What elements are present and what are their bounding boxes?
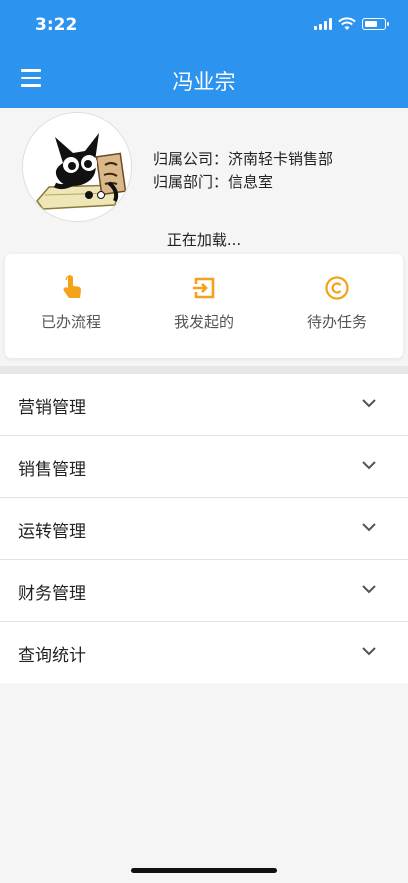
chevron-down-icon: [362, 461, 376, 470]
company-value: 济南轻卡销售部: [228, 150, 334, 168]
quick-action-label: 已办流程: [40, 313, 101, 331]
chevron-down-icon: [362, 647, 376, 656]
quick-action-label: 待办任务: [306, 313, 367, 331]
menu-item-finance[interactable]: 财务管理: [0, 560, 408, 622]
avatar[interactable]: [22, 112, 132, 222]
cellular-signal-icon: [314, 18, 332, 30]
menu-item-query-stats[interactable]: 查询统计: [0, 622, 408, 683]
wifi-icon: [338, 17, 356, 30]
hand-pointer-icon: [63, 274, 81, 298]
profile-info: 归属公司：济南轻卡销售部 归属部门：信息室: [153, 148, 333, 194]
sign-in-box-icon: [193, 277, 215, 299]
menu-item-label: 销售管理: [18, 460, 86, 480]
quick-action-label: 我发起的: [173, 313, 234, 331]
chevron-down-icon: [362, 523, 376, 532]
menu-item-label: 查询统计: [18, 646, 86, 666]
quick-action-done-processes[interactable]: 已办流程: [5, 254, 137, 358]
status-time: 3:22: [35, 15, 78, 35]
department-label: 归属部门：: [153, 173, 229, 191]
chevron-down-icon: [362, 399, 376, 408]
loading-text: 正在加载...: [166, 231, 242, 249]
copyright-circle-icon: [325, 276, 349, 300]
quick-action-initiated[interactable]: 我发起的: [138, 254, 270, 358]
status-icons: [314, 17, 389, 31]
menu-list: 营销管理 销售管理 运转管理 财务管理 查询统计: [0, 374, 408, 683]
menu-item-marketing[interactable]: 营销管理: [0, 374, 408, 436]
status-bar: 3:22: [0, 0, 408, 50]
profile-section: 归属公司：济南轻卡销售部 归属部门：信息室 正在加载...: [0, 108, 408, 258]
department-row: 归属部门：信息室: [153, 171, 333, 194]
quick-actions-card: 已办流程 我发起的 待办任务: [5, 254, 403, 358]
battery-icon: [362, 18, 389, 30]
menu-item-label: 运转管理: [18, 522, 86, 542]
company-label: 归属公司：: [153, 150, 229, 168]
menu-item-sales[interactable]: 销售管理: [0, 436, 408, 498]
menu-item-operations[interactable]: 运转管理: [0, 498, 408, 560]
quick-action-pending-tasks[interactable]: 待办任务: [271, 254, 403, 358]
nav-bar: 冯业宗: [0, 50, 408, 108]
menu-item-label: 营销管理: [18, 398, 86, 418]
company-row: 归属公司：济南轻卡销售部: [153, 148, 333, 171]
home-indicator[interactable]: [131, 868, 277, 873]
department-value: 信息室: [228, 173, 274, 191]
page-title: 冯业宗: [172, 70, 236, 94]
menu-item-label: 财务管理: [18, 584, 86, 604]
avatar-cat-image: [23, 113, 131, 221]
section-divider: [0, 366, 408, 374]
chevron-down-icon: [362, 585, 376, 594]
